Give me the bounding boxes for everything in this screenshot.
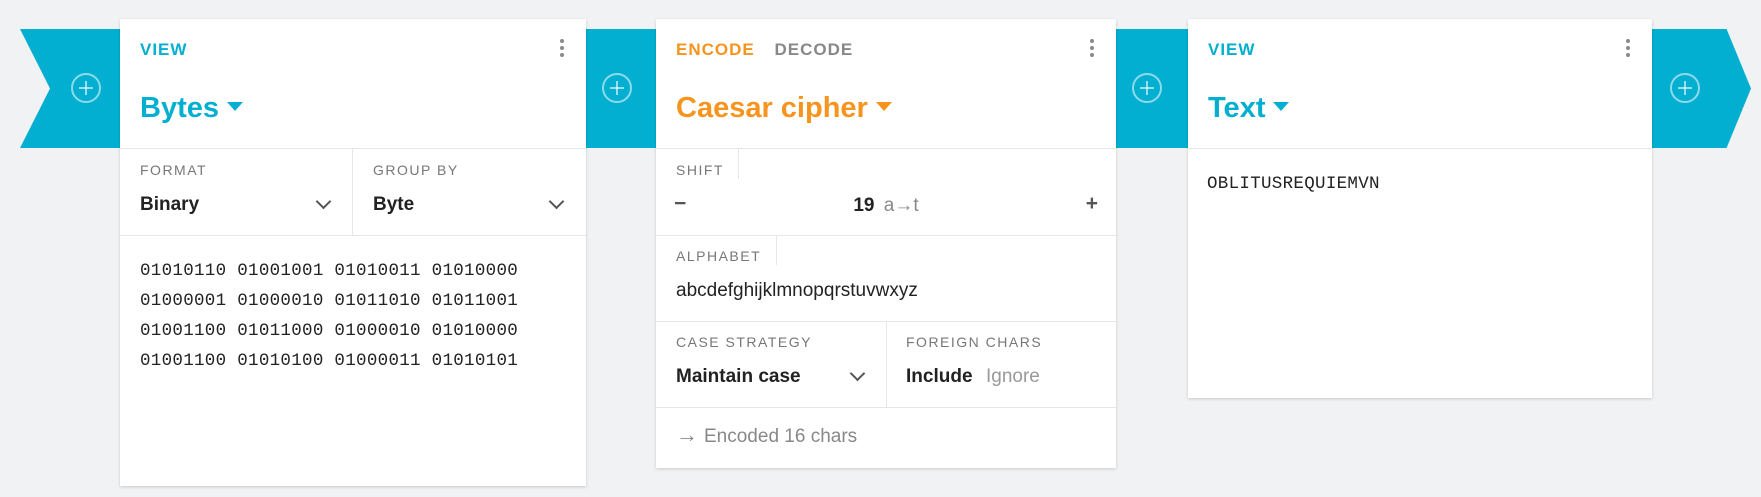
divider xyxy=(656,235,1116,236)
shift-increment-button[interactable]: + xyxy=(1086,192,1098,216)
caret-down-icon xyxy=(875,101,892,111)
shift-value: 19 xyxy=(853,195,875,216)
status-text: Encoded 16 chars xyxy=(704,426,858,447)
chevron-down-icon[interactable] xyxy=(315,193,332,210)
card-tabs: ENCODE DECODE xyxy=(676,40,867,60)
group-by-select[interactable]: Byte xyxy=(373,194,414,216)
card-title: Caesar cipher xyxy=(676,92,868,124)
divider xyxy=(886,321,887,407)
tab-view[interactable]: VIEW xyxy=(1208,40,1255,59)
tab-encode[interactable]: ENCODE xyxy=(676,40,755,59)
case-strategy-select[interactable]: Maintain case xyxy=(676,366,801,388)
alphabet-label: ALPHABET xyxy=(676,248,762,264)
group-by-label: GROUP BY xyxy=(373,162,459,178)
text-view-card: VIEW Text OBLITUSREQUIEMVN xyxy=(1188,19,1652,398)
case-strategy-label: CASE STRATEGY xyxy=(676,334,812,350)
format-label: FORMAT xyxy=(140,162,208,178)
status-line: → Encoded 16 chars xyxy=(676,422,857,448)
divider xyxy=(120,235,586,236)
card-header: VIEW Text xyxy=(1188,19,1652,149)
card-title-dropdown[interactable]: Caesar cipher xyxy=(676,92,892,125)
shift-value-group[interactable]: 19 a→t xyxy=(656,195,1116,217)
card-title: Bytes xyxy=(140,92,219,124)
tab-decode[interactable]: DECODE xyxy=(774,40,853,59)
more-options-icon[interactable] xyxy=(1626,39,1630,60)
foreign-chars-label: FOREIGN CHARS xyxy=(906,334,1043,350)
plus-circle-icon[interactable] xyxy=(1132,73,1162,103)
label-divider xyxy=(776,235,777,265)
plus-circle-icon[interactable] xyxy=(1670,73,1700,103)
format-select[interactable]: Binary xyxy=(140,194,199,216)
divider xyxy=(656,407,1116,408)
text-content[interactable]: OBLITUSREQUIEMVN xyxy=(1207,169,1380,199)
tab-view[interactable]: VIEW xyxy=(140,40,187,59)
more-options-icon[interactable] xyxy=(1090,39,1094,60)
card-title-dropdown[interactable]: Text xyxy=(1208,92,1290,125)
caesar-cipher-card: ENCODE DECODE Caesar cipher SHIFT − 19 a… xyxy=(656,19,1116,468)
chevron-down-icon[interactable] xyxy=(548,193,565,210)
foreign-ignore-option[interactable]: Ignore xyxy=(986,366,1040,388)
more-options-icon[interactable] xyxy=(560,39,564,60)
foreign-include-option[interactable]: Include xyxy=(906,366,973,388)
caret-down-icon xyxy=(1273,101,1290,111)
pipeline-segment-2 xyxy=(1110,29,1188,148)
bytes-content[interactable]: 01010110 01001001 01010011 01010000 0100… xyxy=(140,256,518,376)
plus-circle-icon[interactable] xyxy=(602,73,632,103)
alphabet-input[interactable]: abcdefghijklmnopqrstuvwxyz xyxy=(676,280,918,302)
shift-label: SHIFT xyxy=(676,162,724,178)
shift-hint: a→t xyxy=(883,195,919,216)
divider xyxy=(352,149,353,235)
card-title-dropdown[interactable]: Bytes xyxy=(140,92,243,125)
card-tabs: VIEW xyxy=(140,40,201,60)
bytes-view-card: VIEW Bytes FORMAT Binary GROUP BY Byte 0… xyxy=(120,19,586,486)
label-divider xyxy=(738,149,739,179)
card-header: ENCODE DECODE Caesar cipher xyxy=(656,19,1116,149)
plus-circle-icon[interactable] xyxy=(71,73,101,103)
arrow-right-icon: → xyxy=(676,422,698,447)
card-tabs: VIEW xyxy=(1208,40,1269,60)
pipeline-start-segment xyxy=(20,29,120,148)
card-title: Text xyxy=(1208,92,1266,124)
pipeline-segment-1 xyxy=(583,29,656,148)
caret-down-icon xyxy=(227,101,243,111)
pipeline-end-segment xyxy=(1640,29,1751,148)
card-header: VIEW Bytes xyxy=(120,19,586,149)
chevron-down-icon[interactable] xyxy=(849,365,866,382)
